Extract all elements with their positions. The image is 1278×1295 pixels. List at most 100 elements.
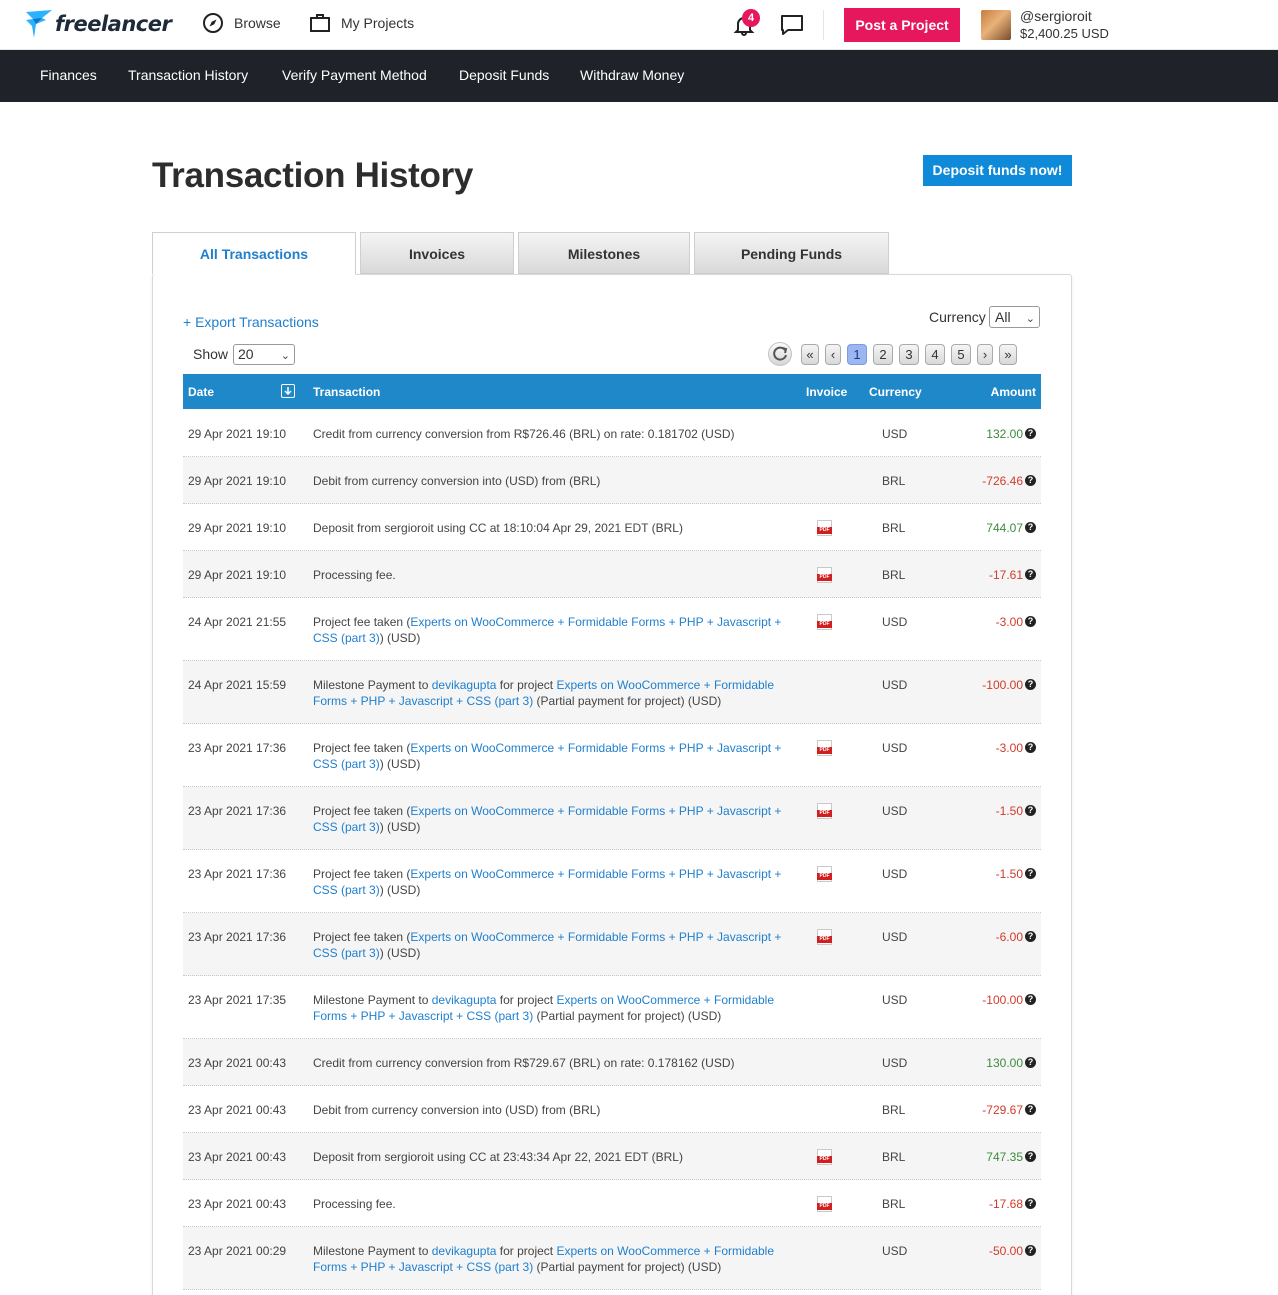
user-link[interactable]: devikagupta: [432, 993, 497, 1007]
table-row: 23 Apr 2021 17:36 Project fee taken (Expe…: [183, 787, 1041, 850]
transaction-date: 29 Apr 2021 19:10: [188, 521, 287, 535]
help-icon[interactable]: ?: [1025, 868, 1036, 879]
transaction-amount: -100.00: [982, 678, 1023, 692]
transaction-amount: -17.61: [988, 568, 1023, 582]
user-link[interactable]: devikagupta: [432, 1244, 497, 1258]
help-icon[interactable]: ?: [1025, 742, 1036, 753]
messages-icon[interactable]: [780, 14, 804, 36]
help-icon[interactable]: ?: [1025, 679, 1036, 690]
username[interactable]: @sergioroit: [1020, 8, 1092, 24]
subnav-withdraw-money[interactable]: Withdraw Money: [580, 67, 684, 83]
column-invoice: Invoice: [806, 385, 848, 399]
bird-logo-icon: [26, 10, 52, 38]
help-icon[interactable]: ?: [1025, 1198, 1036, 1209]
subnav-deposit-funds[interactable]: Deposit Funds: [459, 67, 549, 83]
transaction-date: 23 Apr 2021 17:36: [188, 930, 287, 944]
table-row: 23 Apr 2021 00:43 Credit from currency co…: [183, 1039, 1041, 1086]
sort-down-icon[interactable]: [281, 384, 295, 398]
page-2-button[interactable]: 2: [873, 344, 893, 365]
currency-select[interactable]: All ⌄: [989, 306, 1040, 328]
transaction-amount: -3.00: [995, 741, 1023, 755]
pdf-invoice-icon[interactable]: [817, 1196, 835, 1212]
transaction-text: ) (USD): [379, 757, 421, 771]
page-4-button[interactable]: 4: [925, 344, 945, 365]
tab-milestones[interactable]: Milestones: [518, 232, 690, 274]
transaction-currency: BRL: [882, 1197, 906, 1211]
transaction-amount: -729.67: [982, 1103, 1023, 1117]
pdf-invoice-icon[interactable]: [817, 803, 835, 819]
currency-value: All: [995, 309, 1011, 325]
first-page-button[interactable]: «: [801, 344, 819, 365]
page-3-button[interactable]: 3: [899, 344, 919, 365]
page-1-button[interactable]: 1: [847, 344, 867, 365]
subnav-finances[interactable]: Finances: [40, 67, 97, 83]
pdf-invoice-icon[interactable]: [817, 1149, 835, 1165]
pdf-invoice-icon[interactable]: [817, 929, 835, 945]
help-icon[interactable]: ?: [1025, 475, 1036, 486]
help-icon[interactable]: ?: [1025, 931, 1036, 942]
page-5-button[interactable]: 5: [951, 344, 971, 365]
transaction-text: Project fee taken (: [313, 615, 411, 629]
pdf-invoice-icon[interactable]: [817, 614, 835, 630]
user-link[interactable]: devikagupta: [432, 678, 497, 692]
transaction-amount: 130.00: [986, 1056, 1023, 1070]
transaction-amount: -6.00: [995, 930, 1023, 944]
tab-invoices[interactable]: Invoices: [360, 232, 514, 274]
help-icon[interactable]: ?: [1025, 569, 1036, 580]
post-project-button[interactable]: Post a Project: [844, 8, 960, 42]
help-icon[interactable]: ?: [1025, 994, 1036, 1005]
last-page-button[interactable]: »: [999, 344, 1017, 365]
refresh-icon: [773, 346, 788, 361]
chevron-down-icon: ⌄: [280, 350, 290, 362]
help-icon[interactable]: ?: [1025, 1245, 1036, 1256]
chevron-down-icon: ⌄: [1025, 313, 1035, 325]
help-icon[interactable]: ?: [1025, 1104, 1036, 1115]
freelancer-logo[interactable]: freelancer: [24, 8, 172, 40]
transaction-amount: 744.07: [986, 521, 1023, 535]
transaction-currency: USD: [882, 1244, 908, 1258]
transaction-amount: -726.46: [982, 474, 1023, 488]
help-icon[interactable]: ?: [1025, 428, 1036, 439]
browse-link[interactable]: Browse: [202, 12, 281, 34]
help-icon[interactable]: ?: [1025, 1151, 1036, 1162]
pdf-invoice-icon[interactable]: [817, 567, 835, 583]
pdf-invoice-icon[interactable]: [817, 520, 835, 536]
table-row: 29 Apr 2021 19:10 Deposit from sergioroit…: [183, 504, 1041, 551]
export-transactions-link[interactable]: + Export Transactions: [183, 314, 319, 330]
help-icon[interactable]: ?: [1025, 1057, 1036, 1068]
table-row: 23 Apr 2021 17:36 Project fee taken (Expe…: [183, 913, 1041, 976]
transaction-text: ) (USD): [379, 946, 421, 960]
help-icon[interactable]: ?: [1025, 805, 1036, 816]
transaction-description: Project fee taken (Experts on WooCommerc…: [313, 740, 788, 772]
subnav-transaction-history[interactable]: Transaction History: [128, 67, 248, 83]
table-row: 23 Apr 2021 17:36 Project fee taken (Expe…: [183, 850, 1041, 913]
next-page-button[interactable]: ›: [977, 344, 993, 365]
help-icon[interactable]: ?: [1025, 522, 1036, 533]
tab-pending-funds[interactable]: Pending Funds: [694, 232, 889, 274]
refresh-button[interactable]: [768, 342, 792, 366]
table-row: 29 Apr 2021 19:10 Debit from currency con…: [183, 457, 1041, 504]
column-transaction: Transaction: [313, 385, 381, 399]
transaction-text: Project fee taken (: [313, 930, 411, 944]
my-projects-link[interactable]: My Projects: [309, 12, 414, 34]
tab-all-transactions[interactable]: All Transactions: [152, 232, 356, 275]
help-icon[interactable]: ?: [1025, 616, 1036, 627]
subnav-verify-payment-method[interactable]: Verify Payment Method: [282, 67, 427, 83]
deposit-funds-button[interactable]: Deposit funds now!: [923, 155, 1072, 186]
transaction-amount: -50.00: [988, 1244, 1023, 1258]
table-row: 24 Apr 2021 21:55 Project fee taken (Expe…: [183, 598, 1041, 661]
avatar[interactable]: [981, 10, 1011, 40]
transaction-text: for project: [496, 1244, 557, 1258]
transaction-text: Credit from currency conversion from R$7…: [313, 1056, 735, 1070]
column-date[interactable]: Date: [188, 385, 214, 399]
prev-page-button[interactable]: ‹: [825, 344, 841, 365]
transaction-currency: BRL: [882, 1150, 906, 1164]
pdf-invoice-icon[interactable]: [817, 866, 835, 882]
page-size-select[interactable]: 20 ⌄: [233, 344, 295, 365]
pdf-invoice-icon[interactable]: [817, 740, 835, 756]
transaction-currency: BRL: [882, 568, 906, 582]
transaction-description: Processing fee.: [313, 1196, 788, 1212]
transaction-currency: USD: [882, 993, 908, 1007]
show-label: Show: [193, 346, 229, 362]
pdf-icon: [817, 803, 832, 819]
